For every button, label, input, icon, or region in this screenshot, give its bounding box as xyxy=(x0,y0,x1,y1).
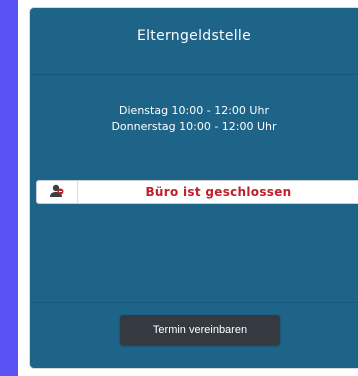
person-closed-icon xyxy=(49,183,65,202)
status-bar: Büro ist geschlossen xyxy=(36,180,358,204)
office-hours-line: Dienstag 10:00 - 12:00 Uhr xyxy=(119,104,269,117)
card-title: Elterngeldstelle xyxy=(136,28,252,44)
card-header: Elterngeldstelle xyxy=(30,8,358,75)
status-text: Büro ist geschlossen xyxy=(145,185,292,199)
make-appointment-button[interactable]: Termin vereinbaren xyxy=(120,315,280,345)
status-icon-box xyxy=(37,181,78,203)
card-footer: Termin vereinbaren xyxy=(30,302,358,369)
office-hours-line: Donnerstag 10:00 - 12:00 Uhr xyxy=(111,120,277,133)
office-card: Elterngeldstelle Dienstag 10:00 - 12:00 … xyxy=(30,8,358,368)
